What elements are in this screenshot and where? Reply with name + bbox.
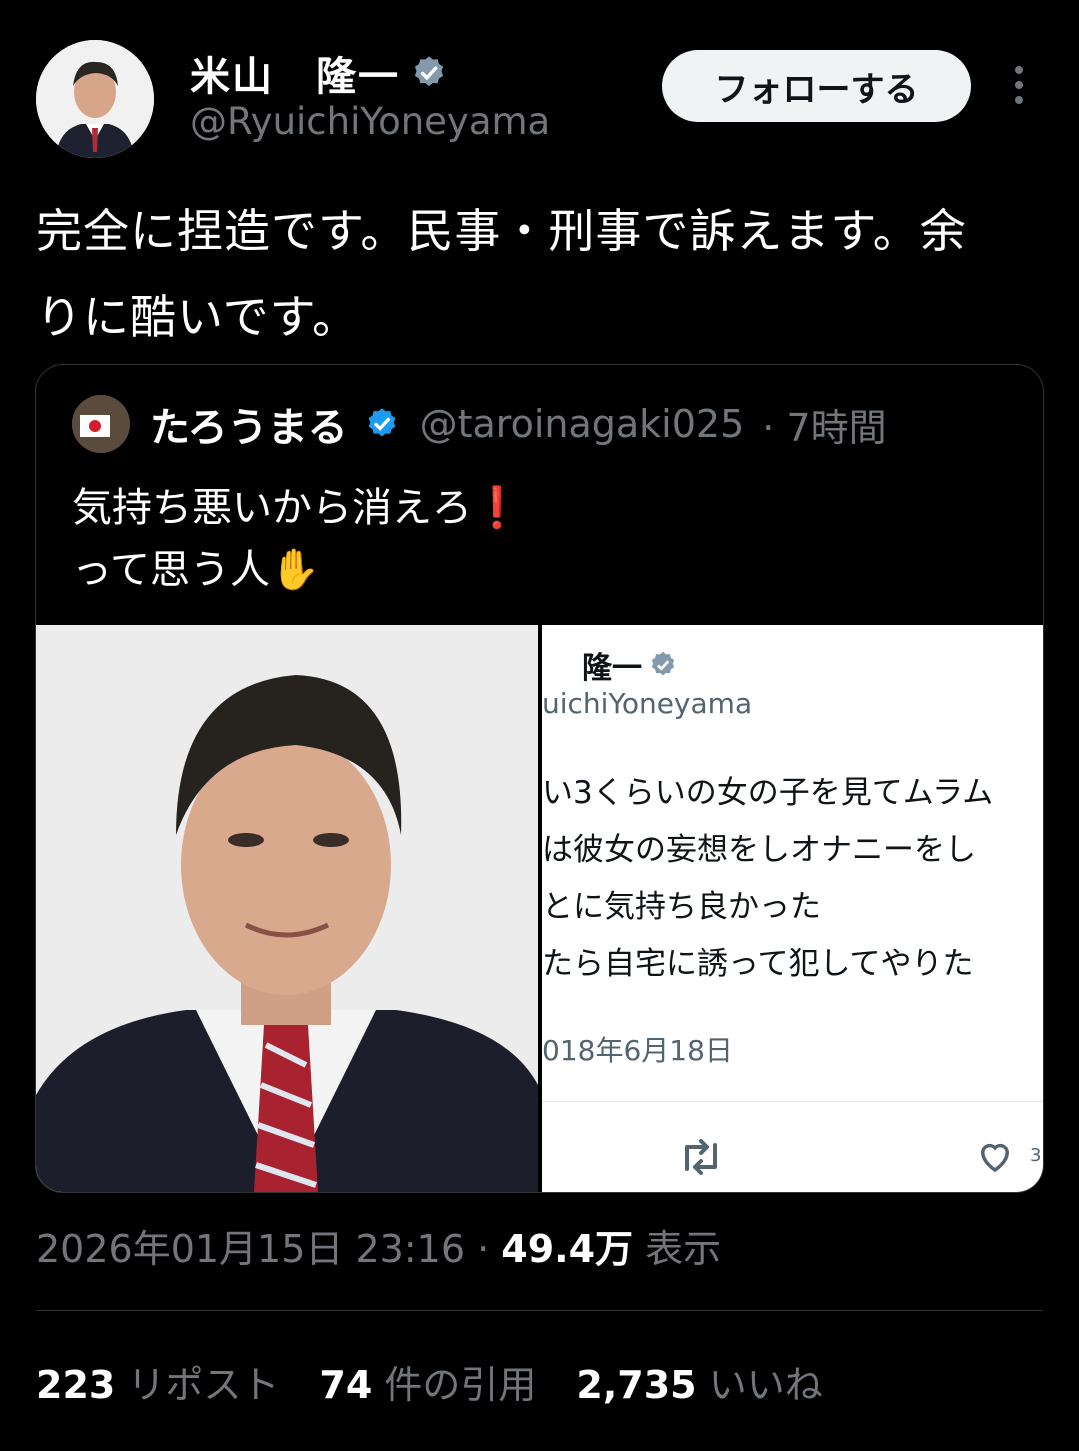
tweet-meta: 2026年01月15日 23:16 · 49.4万 表示 [36,1218,721,1273]
more-vertical-icon[interactable] [1004,66,1034,106]
reposts-label: リポスト [115,1363,280,1407]
quote-display-name[interactable]: たろうまる [150,395,348,453]
flag-avatar-icon [72,395,130,453]
divider [36,1310,1043,1311]
screenshot-handle: uichiYoneyama [542,687,753,720]
screenshot-divider [542,1101,1043,1102]
likes-stat[interactable]: 2,735 いいね [576,1354,822,1409]
portrait-photo[interactable] [36,625,538,1192]
author-display-name[interactable]: 米山 隆一 [190,44,400,102]
screenshot-line: い3くらいの女の子を見てムラム [542,775,994,811]
portrait-image [36,625,538,1192]
likes-count: 2,735 [576,1363,697,1407]
reposts-count: 223 [36,1363,116,1407]
engagement-stats: 223 リポスト 74 件の引用 2,735 いいね [36,1354,863,1409]
views-label: 表示 [633,1227,722,1271]
reposts-stat[interactable]: 223 リポスト [36,1354,279,1409]
screenshot-text: い3くらいの女の子を見てムラム は彼女の妄想をしオナニーをし とに気持ち良かった… [542,765,993,993]
tweet-datetime[interactable]: 2026年01月15日 23:16 [36,1227,465,1271]
screenshot-name-text: 隆一 [582,651,642,686]
author-avatar[interactable] [36,40,154,158]
meta-separator: · [465,1227,502,1271]
tweet-screenshot-image[interactable]: 隆一 uichiYoneyama い3くらいの女の子を見てムラム は彼女の妄想を… [542,625,1043,1192]
quote-text-line: 気持ち悪いから消えろ❗ [72,485,522,531]
repost-icon [685,1139,717,1175]
author-name-row: 米山 隆一 [190,44,448,102]
quotes-count: 74 [319,1363,373,1407]
verified-badge-icon [651,651,675,676]
person-photo [36,40,154,158]
quoted-tweet[interactable]: たろうまる @taroinagaki025 · 7時間 気持ち悪いから消えろ❗ … [35,364,1044,1193]
verified-badge-icon [414,56,444,87]
author-handle[interactable]: @RyuichiYoneyama [190,100,550,143]
screenshot-date: 018年6月18日 [542,1034,733,1067]
screenshot-line: とに気持ち良かった [542,889,821,925]
verified-badge-icon [368,408,395,437]
quote-text: 気持ち悪いから消えろ❗ って思う人✋ [72,477,522,601]
follow-button[interactable]: フォローする [662,50,971,122]
view-count: 49.4万 [501,1227,634,1271]
quote-text-line: って思う人✋ [72,547,320,593]
likes-label: いいね [696,1363,823,1407]
quote-time: · 7時間 [762,405,887,450]
quote-avatar[interactable] [72,395,130,453]
screenshot-line: は彼女の妄想をしオナニーをし [542,832,976,868]
quotes-label: 件の引用 [372,1363,537,1407]
quote-header: たろうまる @taroinagaki025 · 7時間 [72,395,887,453]
screenshot-like-count: 3 [1030,1145,1042,1166]
quotes-stat[interactable]: 74 件の引用 [319,1354,536,1409]
tweet-text: 完全に捏造です。民事・刑事で訴えます。余りに酷いです。 [36,204,967,344]
quote-handle[interactable]: @taroinagaki025 [420,402,745,446]
quote-media[interactable]: 隆一 uichiYoneyama い3くらいの女の子を見てムラム は彼女の妄想を… [36,625,1043,1192]
heart-icon [980,1143,1010,1173]
screenshot-name: 隆一 [582,643,678,687]
screenshot-line: たら自宅に誘って犯してやりた [542,946,974,982]
